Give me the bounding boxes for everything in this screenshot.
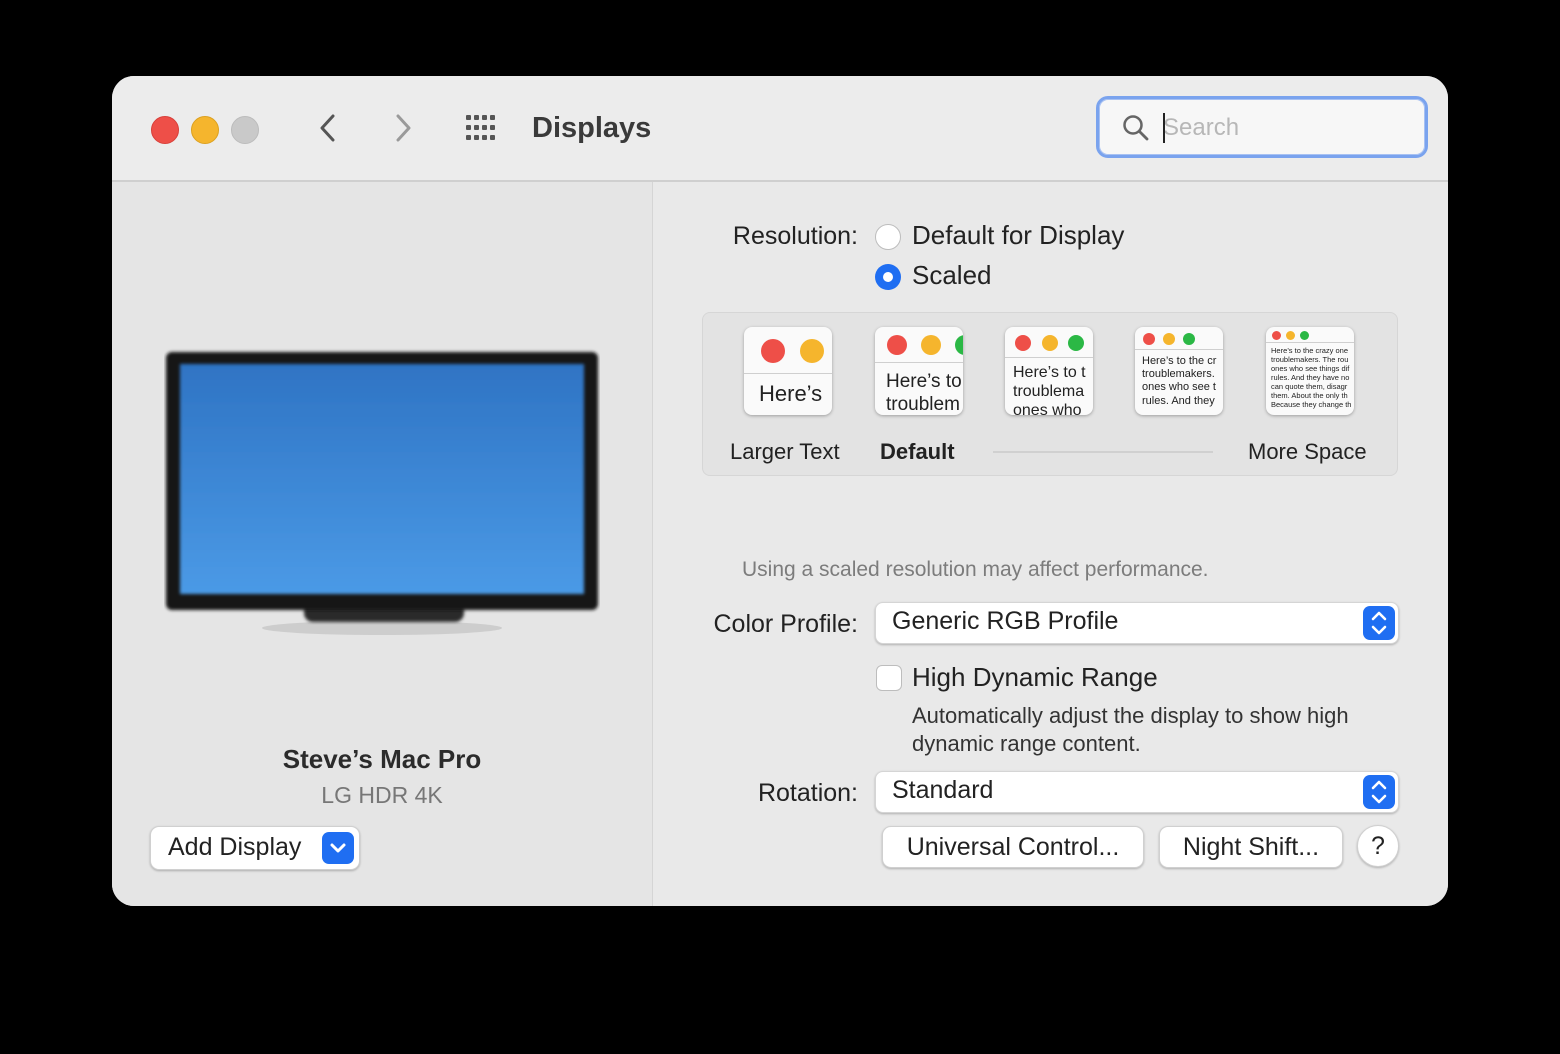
minimize-button[interactable] <box>191 116 219 144</box>
display-name: Steve’s Mac Pro <box>282 744 482 774</box>
grid-icon <box>466 115 495 140</box>
performance-hint: Using a scaled resolution may affect per… <box>742 558 1209 581</box>
resolution-label: Resolution: <box>732 222 858 250</box>
scale-option-3[interactable]: Here’s to t troublema ones who <box>1005 327 1093 415</box>
color-profile-value: Generic RGB Profile <box>892 607 1119 635</box>
displays-window: Displays Steve’s Mac Pro LG <box>112 76 1448 906</box>
radio-default-for-display[interactable] <box>875 224 901 250</box>
thumb-text: Here’s <box>759 381 823 406</box>
search-input[interactable] <box>1161 109 1405 147</box>
chevron-left-icon <box>320 114 335 142</box>
rotation-label: Rotation: <box>757 779 858 807</box>
scale-track <box>993 451 1213 453</box>
hdr-label: High Dynamic Range <box>912 662 1158 692</box>
close-button[interactable] <box>151 116 179 144</box>
chevron-right-icon <box>396 114 411 142</box>
updown-icon <box>1363 606 1395 640</box>
rotation-value: Standard <box>892 776 994 804</box>
color-profile-label: Color Profile: <box>713 610 859 638</box>
universal-control-button[interactable]: Universal Control... <box>882 826 1144 868</box>
scale-options: Here’s Here’s to troublem Here’s to t tr… <box>702 312 1398 476</box>
larger-text-label: Larger Text <box>730 439 840 464</box>
thumb-text: Here’s to the cr troublemakers. ones who… <box>1142 355 1217 407</box>
default-label: Default <box>880 439 955 464</box>
radio-scaled-label: Scaled <box>912 260 992 290</box>
search-icon <box>1123 115 1149 141</box>
radio-default-label: Default for Display <box>912 220 1125 250</box>
thumb-text: Here’s to t troublema ones who <box>1013 364 1086 415</box>
text-caret <box>1163 113 1165 143</box>
scale-option-default[interactable]: Here’s to troublem <box>875 327 963 415</box>
back-button[interactable] <box>306 106 350 150</box>
display-preview-pane: Steve’s Mac Pro LG HDR 4K Add Display <box>112 182 653 906</box>
more-space-label: More Space <box>1248 439 1367 464</box>
hdr-checkbox[interactable] <box>876 665 902 691</box>
chevron-down-icon <box>322 832 354 864</box>
night-shift-button[interactable]: Night Shift... <box>1159 826 1343 868</box>
scale-option-larger-text[interactable]: Here’s <box>744 327 832 415</box>
help-button[interactable]: ? <box>1357 825 1399 867</box>
scale-option-more-space[interactable]: Here’s to the crazy one troublemakers. T… <box>1266 327 1354 415</box>
rotation-popup[interactable]: Standard <box>875 771 1399 813</box>
titlebar: Displays <box>112 76 1448 182</box>
monitor-icon <box>166 352 598 635</box>
forward-button[interactable] <box>381 106 425 150</box>
settings-pane: Resolution: Default for Display Scaled H… <box>653 182 1448 906</box>
show-all-button[interactable] <box>463 111 503 145</box>
search-field[interactable] <box>1096 96 1428 158</box>
window-title: Displays <box>532 112 652 144</box>
hdr-description: Automatically adjust the display to show… <box>912 703 1349 756</box>
updown-icon <box>1363 775 1395 809</box>
add-display-button[interactable]: Add Display <box>150 826 360 870</box>
color-profile-popup[interactable]: Generic RGB Profile <box>875 602 1399 644</box>
zoom-button[interactable] <box>231 116 259 144</box>
add-display-label: Add Display <box>168 833 302 861</box>
thumb-text: Here’s to the crazy one troublemakers. T… <box>1271 346 1352 409</box>
scale-option-4[interactable]: Here’s to the cr troublemakers. ones who… <box>1135 327 1223 415</box>
display-model: LG HDR 4K <box>321 782 443 808</box>
radio-scaled[interactable] <box>875 264 901 290</box>
thumb-text: Here’s to troublem <box>886 371 962 415</box>
